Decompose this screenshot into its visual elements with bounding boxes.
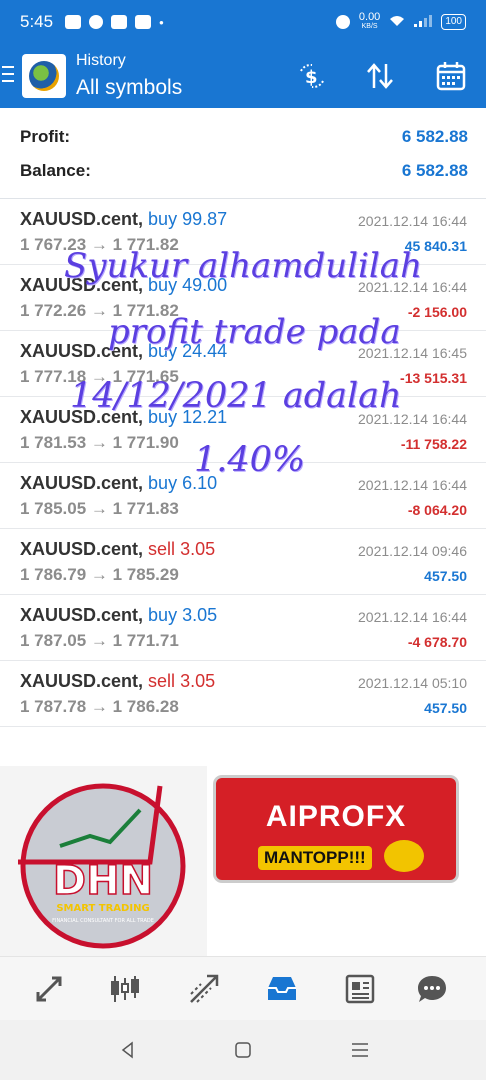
more-notifications-dot: • xyxy=(159,14,164,30)
bottom-navigation xyxy=(0,956,486,1020)
svg-text:$: $ xyxy=(305,67,318,88)
trade-prices: 1 787.78 → 1 786.28 xyxy=(20,697,179,716)
dhn-logo: DHN SMART TRADING FINANCIAL CONSULTANT F… xyxy=(0,766,207,956)
trade-volume: 3.05 xyxy=(180,539,216,559)
trade-profit: -11 758.22 xyxy=(400,436,467,452)
net-speed-unit: KB/S xyxy=(361,23,378,30)
calendar-icon[interactable] xyxy=(431,58,471,94)
status-time: 5:45 xyxy=(20,12,54,31)
chat-icon[interactable] xyxy=(412,969,452,1009)
trade-symbol-line: XAUUSD.cent, sell 3.05 xyxy=(20,671,215,692)
signal-icon xyxy=(414,14,433,30)
menu-icon[interactable] xyxy=(2,66,14,87)
trade-row[interactable]: XAUUSD.cent, sell 3.05 1 786.79 → 1 785.2… xyxy=(0,529,486,595)
trade-side: buy xyxy=(148,473,178,493)
overlay-text-line-1: Syukur alhamdulilah xyxy=(64,246,422,286)
app-logo xyxy=(22,54,66,98)
trade-symbol: XAUUSD.cent, xyxy=(20,209,144,229)
history-icon[interactable] xyxy=(262,969,302,1009)
aiprofx-slogan: MANTOPP!!! xyxy=(258,846,372,870)
dhn-logo-brand: DHN xyxy=(53,858,153,904)
trade-date: 2021.12.14 16:44 xyxy=(358,213,467,229)
trade-prices: 1 787.05 → 1 771.71 xyxy=(20,631,179,650)
trade-volume: 99.87 xyxy=(182,209,228,229)
currency-icon[interactable]: $ xyxy=(292,58,332,94)
trade-symbol: XAUUSD.cent, xyxy=(20,605,144,625)
payment-app-icon xyxy=(89,15,104,29)
profit-summary: Profit: 6 582.88 xyxy=(20,127,468,147)
chart-icon[interactable] xyxy=(105,969,145,1009)
wifi-icon xyxy=(389,15,405,30)
overlay-text-line-2: profit trade pada xyxy=(108,312,401,352)
profit-value: 6 582.88 xyxy=(401,127,468,146)
system-navigation-bar xyxy=(0,1020,486,1080)
row-divider xyxy=(0,726,486,727)
net-speed: 0.00 KB/S xyxy=(359,12,380,32)
trade-symbol: XAUUSD.cent, xyxy=(20,539,144,559)
trade-symbol: XAUUSD.cent, xyxy=(20,473,144,493)
trade-volume: 3.05 xyxy=(180,671,216,691)
balance-value: 6 582.88 xyxy=(401,161,468,180)
twitter-icon xyxy=(111,15,128,29)
trade-symbol-line: XAUUSD.cent, buy 99.87 xyxy=(20,209,227,230)
aiprofx-banner: AIPROFX MANTOPP!!! xyxy=(216,778,456,880)
youtube-icon xyxy=(65,15,82,29)
aiprofx-brand: AIPROFX xyxy=(265,800,407,833)
trade-side: sell xyxy=(148,671,176,691)
news-icon[interactable] xyxy=(340,969,380,1009)
trade-date: 2021.12.14 16:44 xyxy=(358,477,467,493)
trade-prices: 1 781.53 → 1 771.90 xyxy=(20,433,179,452)
trade-profit: 457.50 xyxy=(424,568,467,584)
trade-date: 2021.12.14 05:10 xyxy=(358,675,467,691)
trade-side: buy xyxy=(148,209,178,229)
status-bar: 5:45 • 0.00 KB/S 100 xyxy=(0,0,486,44)
trade-date: 2021.12.14 09:46 xyxy=(358,543,467,559)
home-icon[interactable] xyxy=(230,1037,256,1063)
gmail-icon xyxy=(135,15,152,29)
trade-side: sell xyxy=(148,539,176,559)
quotes-icon[interactable] xyxy=(29,969,69,1009)
trade-side: buy xyxy=(148,605,178,625)
net-speed-value: 0.00 xyxy=(358,11,381,23)
shield-icon xyxy=(335,15,350,29)
trade-symbol-line: XAUUSD.cent, sell 3.05 xyxy=(20,539,215,560)
profit-label: Profit: xyxy=(20,127,71,146)
trade-profit: -8 064.20 xyxy=(407,502,467,518)
dhn-logo-subtag: FINANCIAL CONSULTANT FOR ALL TRADE xyxy=(52,918,154,924)
back-icon[interactable] xyxy=(115,1037,141,1063)
balance-label: Balance: xyxy=(20,161,91,180)
trade-row[interactable]: XAUUSD.cent, buy 3.05 1 787.05 → 1 771.71… xyxy=(0,595,486,661)
trade-symbol-line: XAUUSD.cent, buy 6.10 xyxy=(20,473,217,494)
trade-profit: 457.50 xyxy=(424,700,467,716)
app-title-section: History xyxy=(76,52,126,69)
dhn-logo-tagline: SMART TRADING xyxy=(56,903,149,914)
trade-icon[interactable] xyxy=(184,969,224,1009)
recents-icon[interactable] xyxy=(347,1037,373,1063)
overlay-text-line-3: 14/12/2021 adalah xyxy=(70,376,402,416)
trade-profit: -4 678.70 xyxy=(407,634,467,650)
app-bar: History All symbols $ xyxy=(0,44,486,108)
trade-row[interactable]: XAUUSD.cent, sell 3.05 1 787.78 → 1 786.2… xyxy=(0,661,486,727)
app-title-filter[interactable]: All symbols xyxy=(76,76,182,100)
trade-date: 2021.12.14 16:44 xyxy=(358,609,467,625)
trade-prices: 1 785.05 → 1 771.83 xyxy=(20,499,179,518)
balance-summary: Balance: 6 582.88 xyxy=(20,161,468,181)
battery-indicator: 100 xyxy=(441,14,466,30)
overlay-text-line-4: 1.40% xyxy=(194,440,306,480)
trade-prices: 1 786.79 → 1 785.29 xyxy=(20,565,179,584)
trade-profit: -2 156.00 xyxy=(407,304,467,320)
trade-profit: -13 515.31 xyxy=(400,370,467,386)
trade-symbol-line: XAUUSD.cent, buy 3.05 xyxy=(20,605,217,626)
sort-icon[interactable] xyxy=(360,58,400,94)
flexed-muscle-icon xyxy=(384,840,424,872)
trade-volume: 3.05 xyxy=(182,605,218,625)
trade-symbol: XAUUSD.cent, xyxy=(20,671,144,691)
